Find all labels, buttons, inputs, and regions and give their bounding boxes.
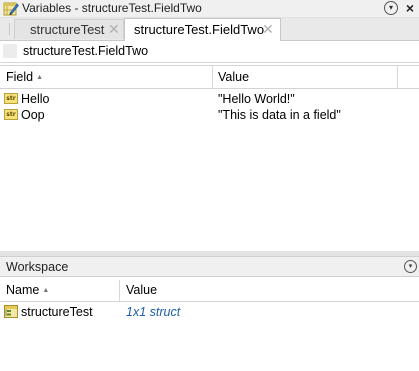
variable-editor-icon	[3, 1, 19, 16]
column-divider[interactable]	[119, 280, 120, 301]
column-divider[interactable]	[212, 66, 213, 88]
tab-structuretest-fieldtwo[interactable]: structureTest.FieldTwo ✕	[124, 18, 281, 41]
fields-table-header	[0, 65, 419, 89]
column-header-value[interactable]: Value	[126, 279, 157, 301]
path-icon	[3, 44, 17, 58]
struct-icon	[4, 305, 18, 318]
tab-close-icon[interactable]: ✕	[262, 20, 274, 39]
str-icon: str	[4, 109, 18, 120]
panel-menu-icon[interactable]: ▾	[384, 1, 398, 15]
column-header-field[interactable]: Field ▲	[6, 66, 43, 89]
workspace-table-header	[0, 279, 419, 302]
table-row[interactable]: str Oop "This is data in a field"	[0, 107, 419, 123]
column-header-value[interactable]: Value	[218, 66, 249, 88]
tab-label: structureTest.FieldTwo	[134, 22, 265, 37]
field-value[interactable]: "This is data in a field"	[218, 107, 341, 123]
variable-path: structureTest.FieldTwo	[23, 44, 149, 58]
str-icon: str	[4, 93, 18, 104]
sort-ascending-icon: ▲	[36, 74, 44, 81]
field-name: Oop	[21, 108, 45, 122]
variables-title: Variables - structureTest.FieldTwo	[22, 1, 202, 15]
column-header-name[interactable]: Name ▲	[6, 279, 49, 302]
field-name: Hello	[21, 92, 50, 106]
field-value[interactable]: "Hello World!"	[218, 91, 295, 107]
tab-close-icon[interactable]: ✕	[108, 20, 120, 39]
column-header-label: Name	[6, 283, 40, 297]
variable-name[interactable]: structureTest	[21, 304, 93, 320]
variable-value[interactable]: 1x1 struct	[126, 304, 180, 320]
table-row[interactable]: str Hello "Hello World!"	[0, 91, 419, 107]
column-header-label: Field	[6, 70, 34, 84]
workspace-title: Workspace	[6, 260, 69, 274]
workspace-menu-icon[interactable]: ▾	[404, 260, 417, 273]
sort-ascending-icon: ▲	[42, 287, 50, 294]
column-divider[interactable]	[397, 66, 398, 88]
tab-structuretest[interactable]: structureTest ✕	[14, 19, 124, 39]
close-panel-icon[interactable]: ×	[403, 0, 417, 17]
tab-strip-grip	[9, 23, 10, 35]
tab-label: structureTest	[30, 22, 105, 37]
